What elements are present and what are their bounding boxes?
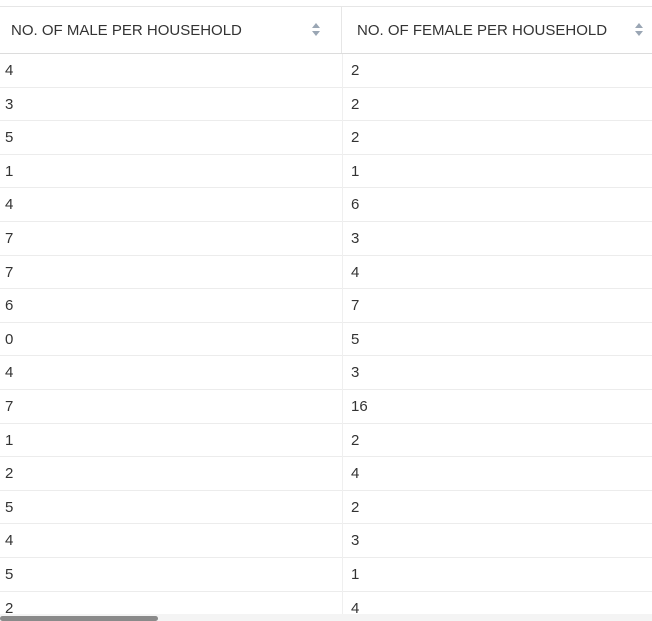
cell-female-count: 2 <box>351 431 360 449</box>
cell-male-count: 4 <box>5 196 14 214</box>
cell-male-count: 4 <box>5 62 14 79</box>
cell-female-count: 4 <box>351 263 360 281</box>
cell-female-count: 16 <box>351 397 368 415</box>
table-row: 7 16 <box>0 390 652 424</box>
cell-male-count: 5 <box>5 129 14 147</box>
table-row: 05 <box>0 323 652 357</box>
cell-female-count: 2 <box>351 498 360 516</box>
cell-male-count: 6 <box>5 297 14 315</box>
cell-female-count: 6 <box>351 196 360 214</box>
cell-male-count: 0 <box>5 330 14 348</box>
cell-female-count: 2 <box>351 62 360 79</box>
cell-female-count: 4 <box>351 465 360 483</box>
column-divider <box>342 54 343 621</box>
sort-both-icon[interactable] <box>312 23 321 37</box>
cell-female-count: 4 <box>351 599 360 615</box>
table-row: 67 <box>0 289 652 323</box>
cell-male-count: 1 <box>5 431 14 449</box>
cell-female-count: 1 <box>351 565 360 583</box>
cell-male-count: 7 <box>5 229 14 247</box>
table-row: 73 <box>0 222 652 256</box>
cell-female-count: 3 <box>351 364 360 382</box>
column-header-female-per-household[interactable]: NO. OF FEMALE PER HOUSEHOLD <box>342 7 652 53</box>
data-table: NO. OF MALE PER HOUSEHOLD NO. OF FEMALE … <box>0 0 652 621</box>
table-row: 24 <box>0 457 652 491</box>
cell-male-count: 7 <box>5 397 14 415</box>
cell-female-count: 2 <box>351 129 360 147</box>
table-row: 12 <box>0 424 652 458</box>
cell-male-count: 5 <box>5 498 14 516</box>
table-row: 51 <box>0 558 652 592</box>
cell-male-count: 4 <box>5 532 14 550</box>
cell-male-count: 2 <box>5 599 14 615</box>
table-row: 46 <box>0 188 652 222</box>
cell-male-count: 5 <box>5 565 14 583</box>
table-row: 52 <box>0 121 652 155</box>
table-row: 42 <box>0 54 652 88</box>
cell-female-count: 1 <box>351 162 360 180</box>
column-header-male-per-household[interactable]: NO. OF MALE PER HOUSEHOLD <box>0 7 342 53</box>
cell-female-count: 3 <box>351 532 360 550</box>
cell-female-count: 2 <box>351 95 360 113</box>
table-row: 43 <box>0 356 652 390</box>
cell-female-count: 5 <box>351 330 360 348</box>
cell-female-count: 3 <box>351 229 360 247</box>
sort-both-icon[interactable] <box>635 23 644 37</box>
table-row: 24 <box>0 592 652 615</box>
cell-female-count: 7 <box>351 297 360 315</box>
cell-male-count: 3 <box>5 95 14 113</box>
table-row: 11 <box>0 155 652 189</box>
table-row: 32 <box>0 88 652 122</box>
table-header: NO. OF MALE PER HOUSEHOLD NO. OF FEMALE … <box>0 7 652 54</box>
cell-male-count: 4 <box>5 364 14 382</box>
table-body: 4 2 3 2 5 2 1 1 4 6 7 3 7 4 6 7 0 5 4 3 7 16 1 2 2 4 5 2 4 3 5 1 2 4 <box>0 54 652 614</box>
cell-male-count: 1 <box>5 162 14 180</box>
cell-male-count: 7 <box>5 263 14 281</box>
column-header-label: NO. OF MALE PER HOUSEHOLD <box>11 21 242 39</box>
table-row: 43 <box>0 524 652 558</box>
table-row: 74 <box>0 256 652 290</box>
cell-male-count: 2 <box>5 465 14 483</box>
column-header-label: NO. OF FEMALE PER HOUSEHOLD <box>357 21 608 39</box>
horizontal-scrollbar-thumb[interactable] <box>0 616 158 621</box>
table-row: 52 <box>0 491 652 525</box>
